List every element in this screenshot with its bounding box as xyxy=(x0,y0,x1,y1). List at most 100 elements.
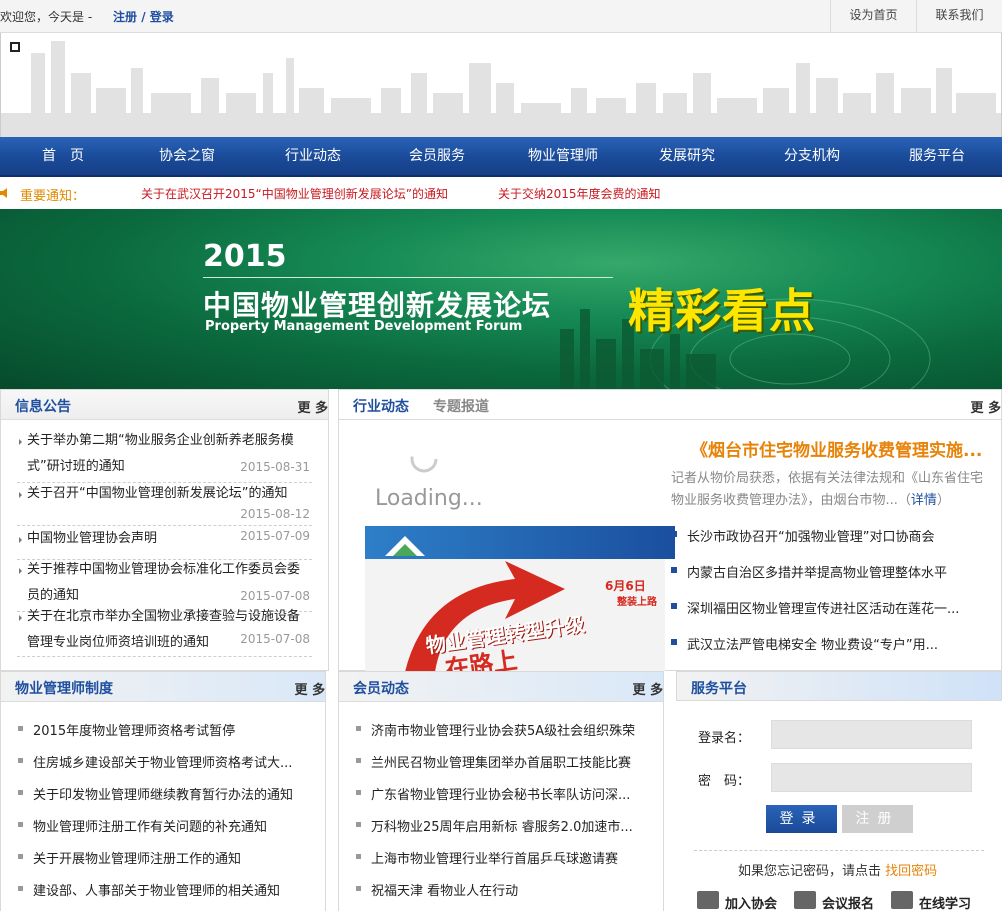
auth-separator: / xyxy=(137,10,150,24)
info-item[interactable]: 关于在北京市举办全国物业承接查验与设施设备管理专业岗位师资培训班的通知 2015… xyxy=(17,604,312,657)
loading-text: Loading... xyxy=(375,486,483,511)
loading-spinner-icon xyxy=(410,445,438,473)
username-input[interactable] xyxy=(771,720,972,749)
quick-link-label: 加入协会 xyxy=(725,897,778,911)
set-homepage-link[interactable]: 设为首页 xyxy=(830,0,916,33)
login-divider xyxy=(694,850,984,851)
news-summary-text: 记者从物价局获悉，依据有关法律法规和《山东省住宅物业服务收费管理办法》，由烟台市… xyxy=(671,471,984,508)
manager-more-link[interactable]: 更 多 xyxy=(294,679,325,698)
briefcase-icon xyxy=(794,891,816,909)
manager-panel-header: 物业管理师制度 更 多 xyxy=(1,672,325,702)
info-item-date: 2015-07-09 xyxy=(240,529,310,543)
slide-header-strip xyxy=(365,526,675,559)
slide-date: 6月6日 xyxy=(605,579,646,593)
info-panel-title: 信息公告 xyxy=(15,399,71,415)
login-button[interactable]: 登录 xyxy=(766,805,837,833)
quick-meeting-signup[interactable]: 会议报名 xyxy=(794,891,875,911)
service-panel-header: 服务平台 xyxy=(676,671,1002,701)
manager-panel: 物业管理师制度 更 多 2015年度物业管理师资格考试暂停 住房城乡建设部关于物… xyxy=(0,671,326,911)
nav-item-branches[interactable]: 分支机构 xyxy=(773,137,851,175)
password-label: 密 码： xyxy=(698,774,751,789)
list-item[interactable]: 济南市物业管理行业协会获5A级社会组织殊荣 xyxy=(355,720,635,739)
news-headline[interactable]: 《烟台市住宅物业服务收费管理实施... xyxy=(691,436,982,461)
list-item[interactable]: 祝福天津 看物业人在行动 xyxy=(355,880,518,899)
info-more-link[interactable]: 更 多 xyxy=(297,397,328,416)
quick-online-learning[interactable]: 在线学习 xyxy=(891,891,972,911)
auth-links: 注册 / 登录 xyxy=(113,8,174,25)
skyline-header xyxy=(0,33,1002,137)
list-item[interactable]: 建设部、人事部关于物业管理师的相关通知 xyxy=(17,880,280,899)
info-item-title: 中国物业管理协会声明 xyxy=(17,526,227,552)
info-item-date: 2015-08-31 xyxy=(240,460,310,474)
news-summary: 记者从物价局获悉，依据有关法律法规和《山东省住宅物业服务收费管理办法》，由烟台市… xyxy=(671,471,984,508)
register-link[interactable]: 注册 xyxy=(113,10,137,24)
nav-item-member-service[interactable]: 会员服务 xyxy=(398,137,476,175)
info-panel-header: 信息公告 更 多 xyxy=(1,390,328,420)
list-item[interactable]: 内蒙古自治区多措并举提高物业管理整体水平 xyxy=(670,562,947,581)
list-item[interactable]: 关于印发物业管理师继续教育暂行办法的通知 xyxy=(17,784,293,803)
speaker-icon xyxy=(0,188,7,198)
banner-subtitle: Property Management Development Forum xyxy=(205,319,523,334)
forgot-password-text: 如果您忘记密码，请点击 xyxy=(738,864,882,879)
info-panel: 信息公告 更 多 关于举办第二期“物业服务企业创新养老服务模式”研讨班的通知 2… xyxy=(0,389,329,671)
forgot-password-row: 如果您忘记密码，请点击 找回密码 xyxy=(738,860,937,879)
nav-item-research[interactable]: 发展研究 xyxy=(648,137,726,175)
username-label: 登录名： xyxy=(698,731,751,746)
forgot-password-link[interactable]: 找回密码 xyxy=(885,864,937,879)
nav-item-service-platform[interactable]: 服务平台 xyxy=(898,137,976,175)
info-item[interactable]: 中国物业管理协会声明 2015-07-09 xyxy=(17,526,312,560)
list-item[interactable]: 关于开展物业管理师注册工作的通知 xyxy=(17,848,241,867)
tab-industry-news[interactable]: 行业动态 xyxy=(353,396,409,416)
quick-join-association[interactable]: 加入协会 xyxy=(697,891,778,911)
info-item[interactable]: 关于召开“中国物业管理创新发展论坛”的通知 2015-08-12 xyxy=(17,481,312,526)
nav-item-property-manager[interactable]: 物业管理师 xyxy=(518,137,608,175)
contact-us-link[interactable]: 联系我们 xyxy=(916,0,1002,33)
list-item[interactable]: 广东省物业管理行业协会秘书长率队访问深... xyxy=(355,784,630,803)
nav-item-home[interactable]: 首 页 xyxy=(24,137,102,175)
news-panel: 行业动态 专题报道 更 多 Loading... 6月6日 整装上路 物业管理转… xyxy=(338,389,1002,672)
quick-link-label: 在线学习 xyxy=(919,897,972,911)
manager-panel-title: 物业管理师制度 xyxy=(15,681,113,697)
member-more-link[interactable]: 更 多 xyxy=(632,679,663,698)
top-bar: 欢迎您，今天是 - 注册 / 登录 设为首页 联系我们 xyxy=(0,0,1002,33)
banner-highlight: 精彩看点 xyxy=(628,284,816,338)
tab-special-report[interactable]: 专题报道 xyxy=(433,396,489,416)
banner-year: 2015 xyxy=(203,239,287,274)
list-item[interactable]: 兰州民召物业管理集团举办首届职工技能比赛 xyxy=(355,752,631,771)
nav-item-industry-news[interactable]: 行业动态 xyxy=(274,137,352,175)
member-panel: 会员动态 更 多 济南市物业管理行业协会获5A级社会组织殊荣 兰州民召物业管理集… xyxy=(338,671,664,911)
nav-item-association[interactable]: 协会之窗 xyxy=(148,137,226,175)
news-panel-header: 行业动态 专题报道 更 多 xyxy=(339,390,1001,420)
service-panel-title: 服务平台 xyxy=(691,681,747,697)
news-detail-link[interactable]: 详情 xyxy=(911,493,937,508)
list-item[interactable]: 上海市物业管理行业举行首届乒乓球邀请赛 xyxy=(355,848,618,867)
password-input[interactable] xyxy=(771,763,972,792)
notice-link[interactable]: 关于交纳2015年度会费的通知 xyxy=(498,185,661,202)
slide-sub: 整装上路 xyxy=(617,597,657,608)
list-item[interactable]: 2015年度物业管理师资格考试暂停 xyxy=(17,720,235,739)
list-item[interactable]: 住房城乡建设部关于物业管理师资格考试大... xyxy=(17,752,292,771)
notice-label: 重要通知： xyxy=(20,189,86,204)
info-item-date: 2015-07-08 xyxy=(240,632,310,646)
notice-bar: 重要通知： 关于在武汉召开2015“中国物业管理创新发展论坛”的通知 关于交纳2… xyxy=(0,177,1002,209)
info-item[interactable]: 关于举办第二期“物业服务企业创新养老服务模式”研讨班的通知 2015-08-31 xyxy=(17,428,312,483)
list-item[interactable]: 深圳福田区物业管理宣传进社区活动在莲花一... xyxy=(670,598,959,617)
house-icon xyxy=(385,536,425,556)
forum-banner[interactable]: 2015 中国物业管理创新发展论坛 Property Management De… xyxy=(0,209,1002,389)
news-more-link[interactable]: 更 多 xyxy=(970,397,1001,416)
slide-image: 6月6日 整装上路 物业管理转型升级 在路上 xyxy=(365,559,665,672)
news-slideshow[interactable]: Loading... 6月6日 整装上路 物业管理转型升级 在路上 xyxy=(365,434,675,672)
quick-link-label: 会议报名 xyxy=(822,897,875,911)
main-nav: 首 页 协会之窗 行业动态 会员服务 物业管理师 发展研究 分支机构 服务平台 xyxy=(0,137,1002,177)
list-item[interactable]: 长沙市政协召开“加强物业管理”对口协商会 xyxy=(670,526,934,545)
notice-link[interactable]: 关于在武汉召开2015“中国物业管理创新发展论坛”的通知 xyxy=(141,185,448,202)
login-link[interactable]: 登录 xyxy=(150,10,174,24)
list-item[interactable]: 万科物业25周年启用新标 睿服务2.0加速市... xyxy=(356,816,633,835)
list-item[interactable]: 物业管理师注册工作有关问题的补充通知 xyxy=(17,816,267,835)
welcome-text: 欢迎您，今天是 - xyxy=(0,10,93,24)
banner-divider xyxy=(203,277,613,278)
member-panel-title: 会员动态 xyxy=(353,681,409,697)
register-button[interactable]: 注册 xyxy=(842,805,913,833)
list-item[interactable]: 武汉立法严管电梯安全 物业费设“专户”用... xyxy=(671,634,938,653)
banner-title: 中国物业管理创新发展论坛 xyxy=(203,289,552,322)
